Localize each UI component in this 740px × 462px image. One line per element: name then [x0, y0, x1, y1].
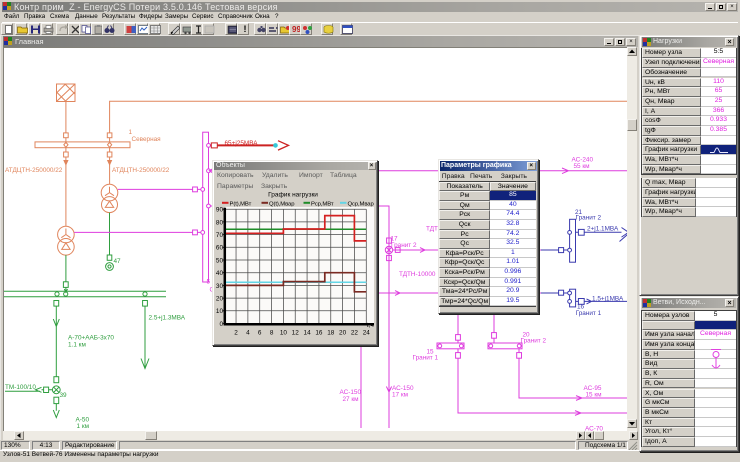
svg-text:1.5+j1МВА: 1.5+j1МВА	[592, 295, 624, 302]
svg-text:27 км: 27 км	[343, 396, 359, 403]
svg-text:2+j1.1МВА: 2+j1.1МВА	[587, 225, 619, 232]
svg-text:16: 16	[315, 329, 323, 336]
svg-text:1 км: 1 км	[77, 423, 90, 430]
svg-text:40: 40	[216, 270, 224, 277]
svg-text:5: 5	[207, 279, 211, 286]
svg-text:Гранит 1: Гранит 1	[576, 310, 602, 317]
svg-text:P(t),МВт: P(t),МВт	[230, 201, 252, 207]
svg-text:90: 90	[216, 207, 224, 214]
svg-text:55 км: 55 км	[574, 163, 590, 170]
svg-text:0: 0	[219, 321, 223, 328]
svg-text:6: 6	[258, 329, 262, 336]
svg-text:20: 20	[339, 329, 347, 336]
svg-text:39: 39	[60, 392, 68, 399]
svg-text:24: 24	[363, 329, 371, 336]
svg-text:80: 80	[216, 219, 224, 226]
svg-text:Гранит 2: Гранит 2	[521, 338, 547, 345]
svg-text:АТДЦТН-250000/22: АТДЦТН-250000/22	[112, 167, 170, 174]
svg-text:65+j25МВА: 65+j25МВА	[225, 140, 259, 147]
svg-text:20: 20	[216, 296, 224, 303]
svg-text:t,ч: t,ч	[367, 322, 374, 329]
svg-text:10: 10	[216, 308, 224, 315]
svg-text:4: 4	[246, 329, 250, 336]
svg-text:А-70+ААБ-3х70: А-70+ААБ-3х70	[68, 335, 114, 342]
svg-text:1.1 км: 1.1 км	[68, 342, 86, 349]
svg-text:График нагрузки: График нагрузки	[268, 192, 318, 199]
svg-text:47: 47	[114, 258, 122, 265]
svg-text:Гранит 2: Гранит 2	[576, 214, 602, 221]
svg-text:12: 12	[292, 329, 300, 336]
svg-text:70: 70	[216, 232, 224, 239]
svg-text:18: 18	[327, 329, 335, 336]
svg-text:2: 2	[234, 329, 238, 336]
svg-text:2.5+j1.3МВА: 2.5+j1.3МВА	[149, 315, 186, 322]
svg-text:АТДЦТН-250000/22: АТДЦТН-250000/22	[5, 167, 63, 174]
svg-text:8: 8	[270, 329, 274, 336]
svg-text:17 км: 17 км	[392, 392, 408, 399]
svg-text:Рср,МВт: Рср,МВт	[311, 201, 334, 207]
svg-text:22: 22	[351, 329, 359, 336]
svg-text:30: 30	[216, 283, 224, 290]
svg-text:Северная: Северная	[132, 136, 162, 143]
svg-text:60: 60	[216, 245, 224, 252]
svg-text:АС-150: АС-150	[340, 389, 362, 396]
svg-text:14: 14	[304, 329, 312, 336]
svg-text:Гранит 1: Гранит 1	[413, 355, 439, 362]
svg-text:Гранит 2: Гранит 2	[391, 242, 417, 249]
svg-text:50: 50	[216, 257, 224, 264]
svg-text:ТДТН-10000: ТДТН-10000	[399, 271, 436, 278]
svg-text:Q(t),Мвар: Q(t),Мвар	[269, 201, 295, 207]
svg-text:Qср,Мвар: Qср,Мвар	[348, 201, 375, 207]
svg-text:15 км: 15 км	[586, 392, 602, 399]
svg-text:10: 10	[280, 329, 288, 336]
svg-text:ТМ-100/10: ТМ-100/10	[5, 384, 36, 391]
